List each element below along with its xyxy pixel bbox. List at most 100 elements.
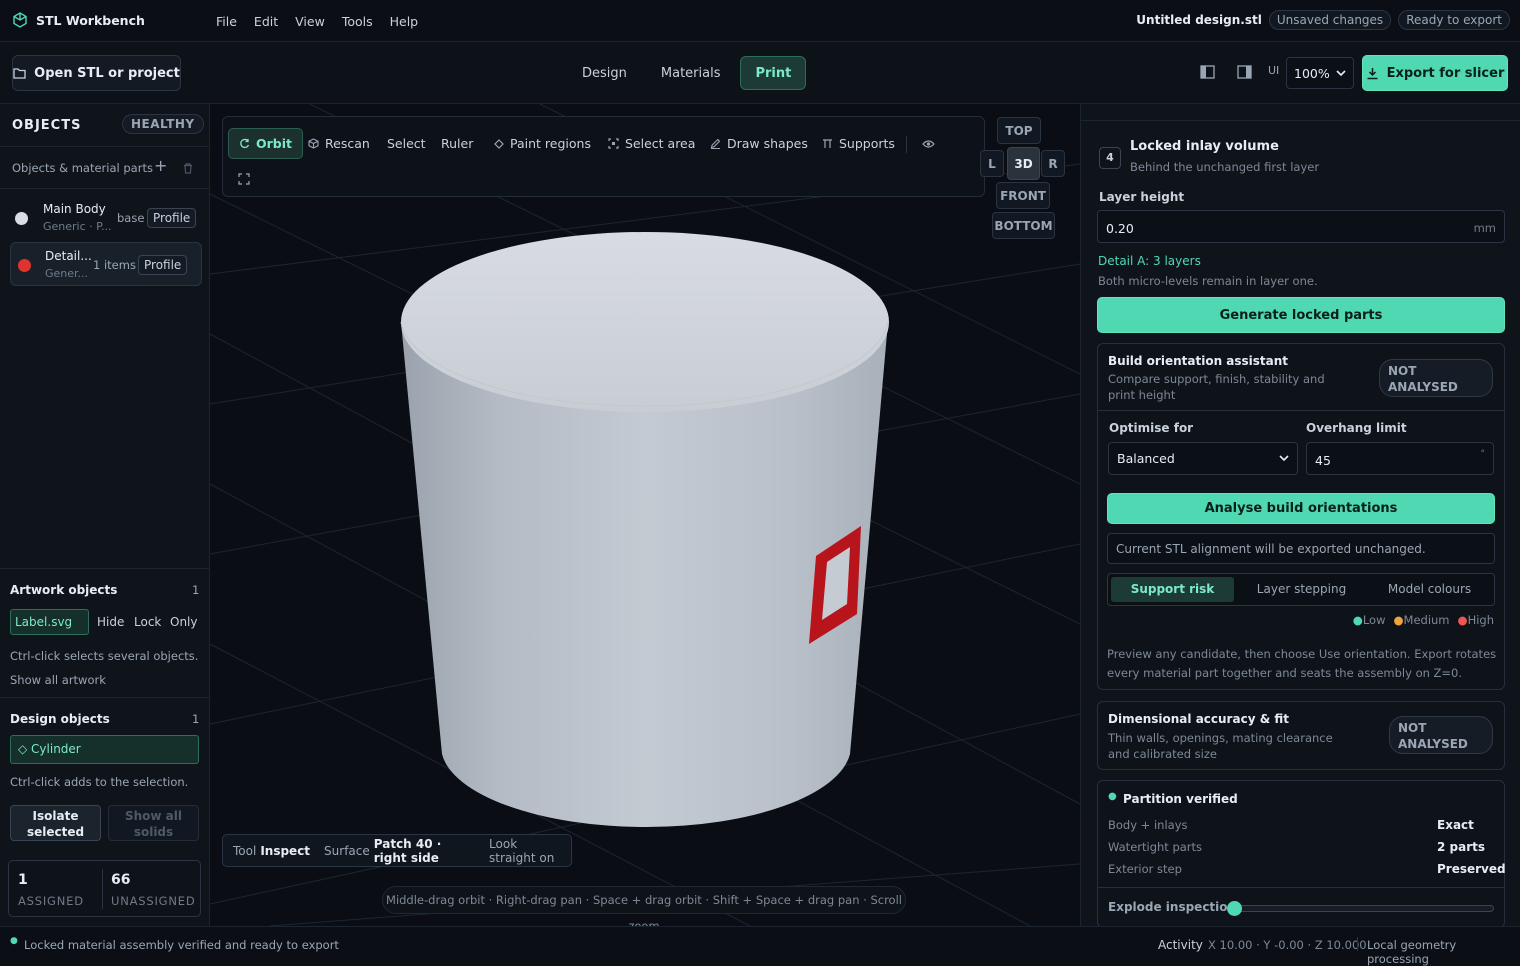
- orbit-icon: [240, 138, 250, 149]
- explode-slider-thumb[interactable]: [1227, 901, 1242, 916]
- open-project-button[interactable]: Open STL or project: [12, 55, 181, 91]
- view-bottom-button[interactable]: BOTTOM: [992, 212, 1055, 239]
- tool-select-area[interactable]: Select area: [598, 128, 705, 159]
- artwork-item[interactable]: Label.svg: [10, 609, 89, 635]
- isolate-selected-button[interactable]: Isolate selected: [10, 805, 101, 841]
- viewport-toolbar: Orbit Rescan Select Ruler Paint regions …: [222, 116, 985, 197]
- look-straight-link[interactable]: Look straight on: [489, 837, 561, 865]
- menu-file[interactable]: File: [216, 14, 237, 29]
- menu-help[interactable]: Help: [390, 14, 419, 29]
- tool-paint-regions[interactable]: Paint regions: [484, 128, 601, 159]
- cylinder-model[interactable]: [400, 232, 889, 828]
- mode-layer-stepping[interactable]: Layer stepping: [1240, 577, 1363, 602]
- tool-ruler[interactable]: Ruler: [431, 128, 483, 159]
- eye-icon[interactable]: [922, 139, 935, 149]
- add-part-icon[interactable]: +: [154, 156, 167, 175]
- overhang-value: 45: [1315, 453, 1331, 468]
- material-dot: [18, 259, 31, 272]
- menu-edit[interactable]: Edit: [254, 14, 278, 29]
- optimise-select[interactable]: Balanced: [1108, 442, 1298, 475]
- mode-support-risk[interactable]: Support risk: [1111, 577, 1234, 602]
- legend-low: ●Low: [1353, 613, 1386, 627]
- tool-draw-shapes-label: Draw shapes: [727, 136, 808, 151]
- show-all-artwork-link[interactable]: Show all artwork: [10, 673, 106, 687]
- tab-print[interactable]: Print: [740, 56, 807, 90]
- trash-icon[interactable]: [183, 163, 193, 174]
- view-3d-button[interactable]: 3D: [1007, 147, 1040, 180]
- select-area-icon: [608, 138, 619, 149]
- tab-design[interactable]: Design: [568, 56, 641, 90]
- explode-slider[interactable]: [1227, 901, 1494, 916]
- fullscreen-icon[interactable]: [238, 173, 250, 185]
- analyse-orientations-button[interactable]: Analyse build orientations: [1107, 493, 1495, 524]
- scene-canvas[interactable]: [210, 104, 1080, 926]
- tool-select[interactable]: Select: [377, 128, 436, 159]
- artwork-lock[interactable]: Lock: [134, 615, 161, 629]
- object-name: Detail...: [45, 249, 92, 263]
- tool-orbit[interactable]: Orbit: [228, 128, 303, 159]
- ui-zoom-select[interactable]: 100%: [1286, 57, 1354, 89]
- left-panel-toggle[interactable]: [1200, 65, 1215, 82]
- profile-button[interactable]: Profile: [147, 208, 197, 228]
- orientation-desc: Compare support, finish, stability and p…: [1108, 372, 1325, 402]
- object-main-body[interactable]: Main Body Generic · P... base Profile: [10, 196, 202, 240]
- unsaved-badge: Unsaved changes: [1268, 10, 1392, 30]
- design-item-cylinder[interactable]: ◇ Cylinder: [10, 735, 199, 764]
- ui-zoom-value: 100%: [1294, 65, 1330, 81]
- view-left-button[interactable]: L: [980, 150, 1004, 177]
- cube-logo-icon: [13, 12, 27, 28]
- generate-locked-parts-button[interactable]: Generate locked parts: [1097, 297, 1505, 333]
- legend-high-dot: ●: [1457, 613, 1468, 627]
- object-name: Main Body: [43, 202, 106, 216]
- mode-tabs: Design Materials Print: [568, 56, 807, 90]
- overhang-label: Overhang limit: [1306, 421, 1407, 435]
- export-slicer-button[interactable]: Export for slicer: [1362, 55, 1508, 91]
- view-front-button[interactable]: FRONT: [996, 182, 1050, 209]
- partition-row-label: Watertight parts: [1108, 840, 1203, 854]
- partition-row-value: 2 parts: [1437, 840, 1486, 854]
- view-right-button[interactable]: R: [1041, 150, 1065, 177]
- main-menu: File Edit View Tools Help: [216, 14, 435, 29]
- tab-materials[interactable]: Materials: [647, 56, 735, 90]
- mode-model-colours[interactable]: Model colours: [1368, 577, 1491, 602]
- surface-value: Patch 40 · right side: [373, 836, 442, 865]
- preview-mode-tabs: Support risk Layer stepping Model colour…: [1107, 573, 1495, 606]
- tool-paint-label: Paint regions: [510, 136, 591, 151]
- object-detail[interactable]: Detail... Gener... 1 items Profile: [10, 242, 202, 286]
- view-top-button[interactable]: TOP: [997, 117, 1041, 144]
- overhang-input[interactable]: 45 °: [1306, 442, 1494, 475]
- profile-button[interactable]: Profile: [138, 255, 188, 275]
- layer-height-label: Layer height: [1099, 190, 1185, 204]
- status-message: Locked material assembly verified and re…: [24, 938, 339, 952]
- tool-rescan[interactable]: Rescan: [298, 128, 380, 159]
- right-panel-toggle[interactable]: [1237, 65, 1252, 82]
- show-all-solids-button[interactable]: Show all solids: [108, 805, 199, 841]
- dimensional-accuracy-card[interactable]: Dimensional accuracy & fit Thin walls, o…: [1097, 701, 1505, 770]
- activity-link[interactable]: Activity: [1158, 938, 1203, 952]
- 3d-viewport[interactable]: Orbit Rescan Select Ruler Paint regions …: [210, 104, 1080, 926]
- artwork-hide[interactable]: Hide: [97, 615, 124, 629]
- tool-supports-label: Supports: [839, 136, 895, 151]
- artwork-count: 1: [192, 583, 200, 597]
- tool-ruler-label: Ruler: [441, 136, 474, 151]
- legend-medium-label: Medium: [1403, 613, 1450, 627]
- tool-supports[interactable]: Supports: [812, 128, 905, 159]
- health-badge: HEALTHY: [122, 114, 204, 134]
- artwork-hint: Ctrl-click selects several objects.: [10, 649, 199, 663]
- supports-icon: [823, 139, 832, 148]
- assigned-label: ASSIGNED: [18, 894, 84, 908]
- step-number: 4: [1099, 147, 1121, 169]
- overhang-unit: °: [1480, 449, 1486, 459]
- material-dot: [15, 212, 28, 225]
- menu-tools[interactable]: Tools: [342, 14, 373, 29]
- layer-height-input[interactable]: 0.20 mm: [1097, 210, 1505, 243]
- parts-header: Objects & material parts +: [0, 146, 209, 188]
- panel-right-icon: [1237, 65, 1252, 79]
- ui-scale-label: UI: [1268, 64, 1280, 77]
- menu-view[interactable]: View: [295, 14, 325, 29]
- object-material: Gener...: [45, 267, 89, 280]
- tool-draw-shapes[interactable]: Draw shapes: [700, 128, 818, 159]
- tool-select-label: Select: [387, 136, 426, 151]
- controls-hint: Middle-drag orbit · Right-drag pan · Spa…: [382, 886, 906, 926]
- artwork-only[interactable]: Only: [170, 615, 198, 629]
